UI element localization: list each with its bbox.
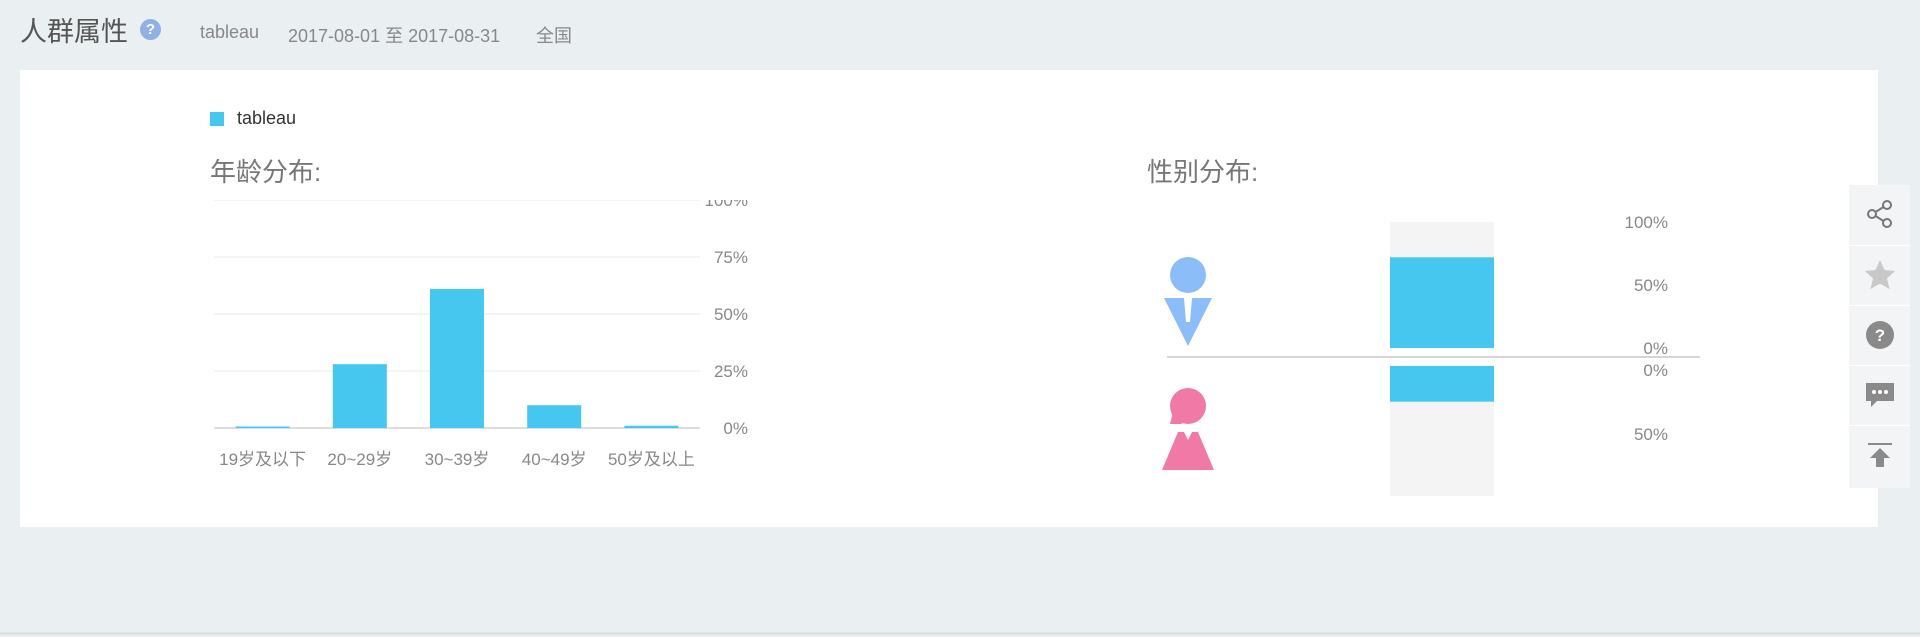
age-bar[interactable] (332, 364, 387, 428)
age-y-tick: 50% (714, 305, 748, 324)
gender-section-title: 性别分布: (1147, 157, 1259, 187)
chart-legend[interactable]: tableau (210, 108, 296, 129)
age-x-tick: 19岁及以下 (219, 450, 306, 469)
side-toolbar: ? (1849, 185, 1910, 488)
age-bar[interactable] (527, 405, 582, 428)
comment-icon[interactable] (1849, 365, 1910, 424)
page-divider (0, 632, 1920, 635)
female-y-tick: 50% (1634, 425, 1668, 444)
male-bar[interactable] (1390, 257, 1494, 348)
star-icon[interactable] (1849, 245, 1910, 304)
region-label: 全国 (536, 26, 572, 46)
male-y-tick: 50% (1634, 276, 1668, 295)
keyword-label: tableau (200, 22, 260, 42)
legend-label: tableau (237, 108, 297, 128)
age-bar[interactable] (235, 426, 290, 429)
age-x-tick: 50岁及以上 (608, 450, 695, 469)
page-header: 人群属性 ? tableau 2017-08-01 至 2017-08-31 全… (0, 0, 1920, 62)
age-x-tick: 20~29岁 (327, 450, 392, 469)
male-y-tick: 0% (1643, 339, 1668, 358)
age-y-tick: 100% (705, 200, 748, 210)
age-y-tick: 0% (723, 419, 748, 438)
legend-swatch (210, 111, 224, 126)
gender-chart: 100% 50% 0% 0% 50% (1162, 213, 1700, 496)
age-x-tick: 40~49岁 (522, 450, 587, 469)
date-range: 2017-08-01 至 2017-08-31 (288, 26, 501, 46)
age-y-tick: 25% (714, 362, 748, 381)
share-icon[interactable] (1849, 185, 1910, 243)
female-icon (1162, 388, 1214, 470)
svg-text:?: ? (1874, 326, 1884, 345)
question-icon[interactable]: ? (1849, 305, 1910, 364)
age-bar[interactable] (430, 288, 484, 428)
age-x-tick: 30~39岁 (425, 450, 490, 469)
age-y-tick: 75% (714, 248, 748, 267)
male-y-tick: 100% (1625, 213, 1668, 232)
age-chart: 100% 75% 50% 25% 0% 19岁及以下 20~29岁 30~39岁 40~49岁 5… (214, 200, 748, 469)
help-icon[interactable]: ? (140, 19, 161, 40)
female-y-tick: 0% (1643, 361, 1668, 380)
back-to-top-icon[interactable] (1849, 425, 1910, 484)
page-title: 人群属性 (20, 17, 128, 47)
age-section-title: 年龄分布: (210, 157, 322, 187)
female-bar[interactable] (1390, 366, 1494, 402)
age-bar[interactable] (624, 425, 679, 428)
crowd-attribute-card: tableau 年龄分布: 性别分布: 100% 75% 50% 25% 0% 19岁及以… (20, 70, 1878, 527)
male-icon (1164, 257, 1212, 346)
